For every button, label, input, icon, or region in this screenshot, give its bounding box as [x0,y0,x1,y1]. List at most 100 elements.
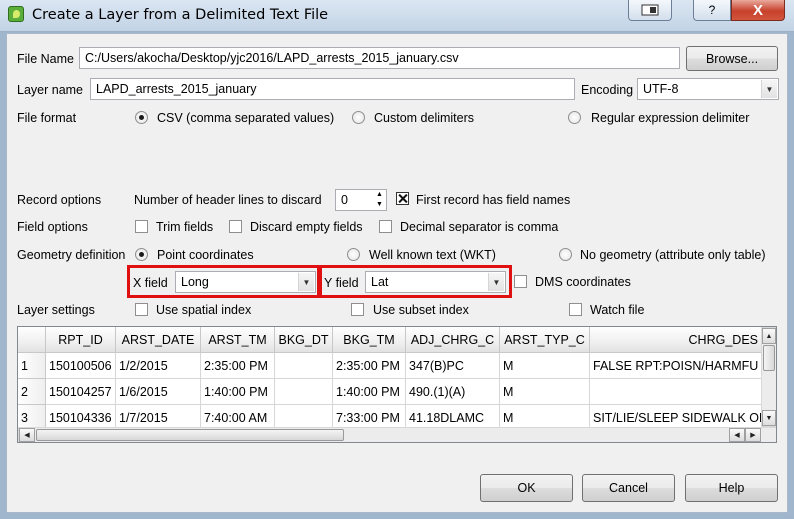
vertical-scrollbar[interactable]: ▲ ▼ [761,327,776,427]
trim-fields-checkbox[interactable] [135,220,148,233]
browse-button[interactable]: Browse... [686,46,778,71]
file-format-label: File format [17,111,77,125]
scroll-up-icon[interactable]: ▲ [762,328,776,344]
table-cell[interactable]: 1:40:00 PM [201,379,275,405]
help-button[interactable]: Help [685,474,778,502]
x-field-value: Long [181,275,209,289]
discard-empty-label: Discard empty fields [250,220,363,234]
regex-delimiter-radio[interactable] [568,111,581,124]
table-cell[interactable]: 347(B)PC [406,353,500,379]
decimal-comma-checkbox[interactable] [379,220,392,233]
qgis-logo-icon [8,6,24,22]
help-titlebar-button[interactable]: ? [693,0,731,21]
table-cell[interactable]: 490.(1)(A) [406,379,500,405]
decimal-comma-label: Decimal separator is comma [400,220,559,234]
sample-data-table[interactable]: RPT_ID ARST_DATE ARST_TM BKG_DT BKG_TM A… [17,326,777,443]
layer-name-label: Layer name [17,83,84,97]
scroll-right-icon[interactable]: ▶ [745,428,761,442]
title-bar: Create a Layer from a Delimited Text Fil… [0,0,794,32]
spin-up-icon[interactable]: ▲ [373,190,386,200]
dms-coordinates-label: DMS coordinates [535,275,631,289]
wkt-label: Well known text (WKT) [369,248,496,262]
no-geometry-label: No geometry (attribute only table) [580,248,766,262]
first-record-label: First record has field names [416,193,571,207]
x-field-select[interactable]: Long ▼ [175,271,316,293]
first-record-checkbox[interactable] [396,192,409,205]
column-header[interactable]: ARST_TM [201,327,275,353]
table-cell[interactable]: 1/6/2015 [116,379,201,405]
column-header[interactable]: ARST_DATE [116,327,201,353]
row-number[interactable]: 1 [18,353,46,379]
table-cell[interactable]: M [500,353,590,379]
table-cell[interactable] [275,379,333,405]
encoding-value: UTF-8 [643,82,679,96]
point-coordinates-label: Point coordinates [157,248,254,262]
encoding-label: Encoding [581,83,634,97]
table-cell[interactable]: 1/2/2015 [116,353,201,379]
table-cell[interactable]: 150100506 [46,353,116,379]
row-number[interactable]: 2 [18,379,46,405]
table-cell[interactable]: 2:35:00 PM [201,353,275,379]
layer-name-input[interactable]: LAPD_arrests_2015_january [90,78,575,100]
regex-delimiter-label: Regular expression delimiter [591,111,750,125]
column-header[interactable]: ARST_TYP_C [500,327,590,353]
scroll-left-icon[interactable]: ◀ [19,428,35,442]
geometry-definition-label: Geometry definition [17,248,126,262]
spatial-index-label: Use spatial index [156,303,252,317]
custom-delimiters-label: Custom delimiters [374,111,475,125]
column-header[interactable]: ADJ_CHRG_C [406,327,500,353]
watch-file-label: Watch file [590,303,645,317]
restore-icon [641,4,659,16]
watch-file-checkbox[interactable] [569,303,582,316]
scroll-down-icon[interactable]: ▼ [762,410,776,426]
dms-coordinates-checkbox[interactable] [514,275,527,288]
subset-index-checkbox[interactable] [351,303,364,316]
horizontal-scroll-thumb[interactable] [36,429,344,441]
table-cell[interactable]: FALSE RPT:POISN/HARMFU S [590,353,762,379]
close-button[interactable]: X [731,0,785,21]
column-header[interactable]: BKG_TM [333,327,406,353]
column-header[interactable]: CHRG_DES [590,327,762,353]
custom-delimiters-radio[interactable] [352,111,365,124]
layer-settings-label: Layer settings [17,303,95,317]
spin-down-icon[interactable]: ▼ [373,200,386,210]
discard-empty-checkbox[interactable] [229,220,242,233]
subset-index-label: Use subset index [373,303,469,317]
chevron-down-icon: ▼ [298,273,314,291]
table-cell[interactable] [275,353,333,379]
csv-radio-label: CSV (comma separated values) [157,111,335,125]
file-name-input[interactable]: C:/Users/akocha/Desktop/yjc2016/LAPD_arr… [79,47,680,69]
trim-fields-label: Trim fields [156,220,214,234]
column-header[interactable]: BKG_DT [275,327,333,353]
cancel-button[interactable]: Cancel [582,474,675,502]
file-name-label: File Name [17,52,74,66]
table-cell[interactable]: 1:40:00 PM [333,379,406,405]
table-corner [18,327,46,353]
no-geometry-radio[interactable] [559,248,572,261]
scroll-left-end-icon[interactable]: ◀ [729,428,745,442]
ok-button[interactable]: OK [480,474,573,502]
table-cell[interactable] [590,379,762,405]
csv-radio[interactable] [135,111,148,124]
table-cell[interactable]: 150104257 [46,379,116,405]
y-field-label: Y field [324,276,359,290]
header-lines-value: 0 [341,193,348,207]
x-field-label: X field [133,276,168,290]
record-options-label: Record options [17,193,102,207]
table-cell[interactable]: M [500,379,590,405]
restore-button[interactable] [628,0,672,21]
chevron-down-icon: ▼ [488,273,504,291]
wkt-radio[interactable] [347,248,360,261]
spatial-index-checkbox[interactable] [135,303,148,316]
encoding-select[interactable]: UTF-8 ▼ [637,78,779,100]
chevron-down-icon: ▼ [761,80,777,98]
y-field-value: Lat [371,275,389,289]
y-field-select[interactable]: Lat ▼ [365,271,506,293]
table-cell[interactable]: 2:35:00 PM [333,353,406,379]
window-title: Create a Layer from a Delimited Text Fil… [32,7,329,23]
vertical-scroll-thumb[interactable] [763,345,775,371]
column-header[interactable]: RPT_ID [46,327,116,353]
header-lines-label: Number of header lines to discard [134,193,322,207]
horizontal-scrollbar[interactable]: ◀ ◀ ▶ [18,427,776,442]
point-coordinates-radio[interactable] [135,248,148,261]
